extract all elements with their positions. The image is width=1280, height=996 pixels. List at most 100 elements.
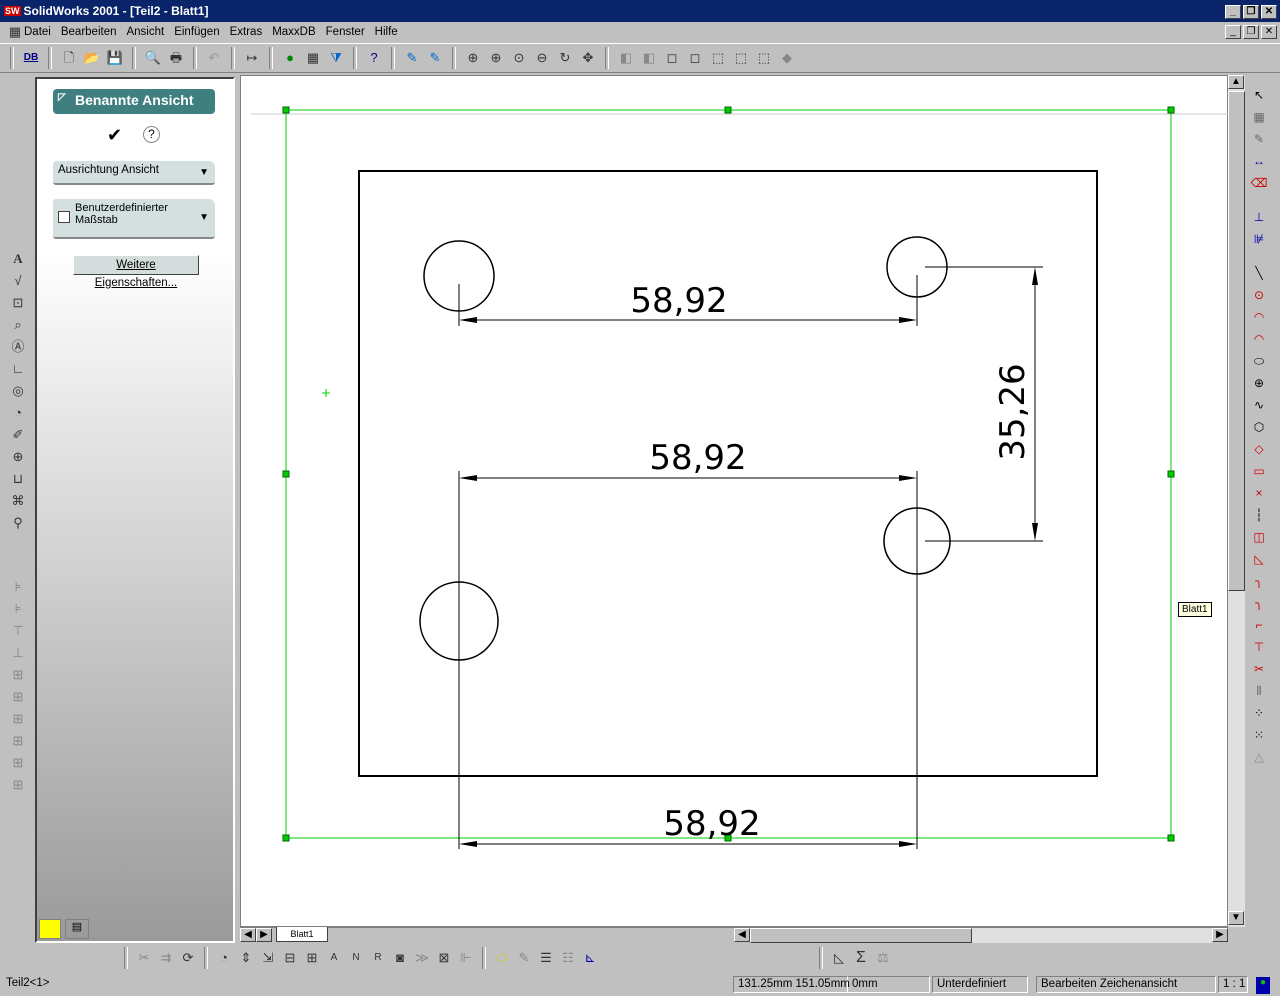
spline-icon[interactable]: ∿ — [1249, 395, 1269, 417]
aligned-section-icon[interactable]: ⊞ — [302, 948, 322, 968]
vertical-scrollbar[interactable]: ▲ ▼ — [1228, 75, 1245, 927]
orientation-dropdown[interactable]: Ausrichtung Ansicht ▼ — [53, 161, 215, 185]
arc-icon[interactable]: ◠ — [1249, 307, 1269, 329]
split-icon[interactable]: ✂ — [1249, 659, 1269, 681]
polygon-icon[interactable]: ⬡ — [1249, 417, 1269, 439]
align-left-icon[interactable]: ⊧ — [8, 577, 28, 597]
menu-maxxdb[interactable]: MaxxDB — [272, 26, 315, 38]
broken-view-icon[interactable]: ≫ — [412, 948, 432, 968]
line-style-icon[interactable]: ☷ — [558, 948, 578, 968]
datum-feature-icon[interactable]: Ⓐ — [8, 337, 28, 357]
align-horizontal-icon[interactable]: ⊞ — [8, 665, 28, 685]
align-vertical-icon[interactable]: ⊞ — [8, 687, 28, 707]
rectangle-icon[interactable]: ▭ — [1249, 461, 1269, 483]
hatch-icon[interactable]: ✐ — [8, 425, 28, 445]
named-view-icon[interactable]: R — [368, 948, 388, 968]
dimension-top[interactable]: 58,92 — [630, 281, 727, 321]
cosmetic-thread-icon[interactable]: ⌘ — [8, 491, 28, 511]
more-properties-button[interactable]: Weitere Eigenschaften... — [73, 255, 199, 289]
document-icon[interactable]: ▦ — [6, 22, 24, 42]
aux-view-icon[interactable]: ⇲ — [258, 948, 278, 968]
convert-icon[interactable]: ╮ — [1249, 593, 1269, 615]
dimension-vertical[interactable]: 35,26 — [993, 363, 1033, 460]
line-thickness-icon[interactable]: ☰ — [536, 948, 556, 968]
parallelogram-icon[interactable]: ◇ — [1249, 439, 1269, 461]
point-circle-icon[interactable]: ⊕ — [1249, 373, 1269, 395]
print-icon[interactable]: 🖶 — [166, 48, 186, 68]
ellipse-icon[interactable]: ⬭ — [1249, 351, 1269, 373]
centerline-icon[interactable]: ┆ — [1249, 505, 1269, 527]
scroll-right-button[interactable]: ▶ — [1212, 928, 1228, 942]
extend-icon[interactable]: ⊤ — [1249, 637, 1269, 659]
circular-pattern-icon[interactable]: ⁘ — [1249, 703, 1269, 725]
menu-hilfe[interactable]: Hilfe — [375, 26, 398, 38]
measure-icon[interactable]: ✎ — [402, 48, 422, 68]
help-icon[interactable]: ? — [364, 48, 384, 68]
drawing-canvas[interactable]: 58,92 58,92 35,26 58,92 — [240, 75, 1229, 927]
model-view-icon[interactable]: ◔ — [214, 948, 234, 968]
custom-scale-group[interactable]: Benutzerdefinierter Maßstab ▼ — [53, 199, 215, 239]
rebuild-status-icon[interactable]: ● — [1256, 977, 1270, 994]
tangent-arc-icon[interactable]: ◠ — [1249, 329, 1269, 351]
close-button[interactable]: ✕ — [1261, 5, 1277, 19]
fillet-icon[interactable]: ◫ — [1249, 527, 1269, 549]
menu-ansicht[interactable]: Ansicht — [126, 26, 164, 38]
open-icon[interactable]: 📂 — [82, 48, 102, 68]
sheet-next-button[interactable]: ▶ — [256, 928, 272, 942]
custom-scale-checkbox[interactable] — [58, 211, 70, 223]
view-shadow-icon[interactable]: ◆ — [777, 48, 797, 68]
detail-view-icon[interactable]: A — [324, 948, 344, 968]
smart-dimension-icon[interactable]: ↔ — [1249, 151, 1269, 173]
zoom-in-icon[interactable]: ⊕ — [486, 48, 506, 68]
print-preview-icon[interactable]: 🔍 — [143, 48, 163, 68]
sheet-prev-button[interactable]: ◀ — [240, 928, 256, 942]
view-section-icon[interactable]: ⬚ — [754, 48, 774, 68]
menu-bearbeiten[interactable]: Bearbeiten — [61, 26, 117, 38]
trim-icon[interactable]: ⌐ — [1249, 615, 1269, 637]
linear-pattern-icon[interactable]: ⁙ — [1249, 725, 1269, 747]
line-icon[interactable]: ╲ — [1249, 263, 1269, 285]
space-horizontal-icon[interactable]: ⊞ — [8, 709, 28, 729]
layer-icon[interactable]: ⬭ — [492, 948, 512, 968]
select-arrow-icon[interactable]: ↖ — [1249, 85, 1269, 107]
point-icon[interactable]: × — [1249, 483, 1269, 505]
zoom-out-icon[interactable]: ⊖ — [532, 48, 552, 68]
align-bottom-icon[interactable]: ⊥ — [8, 643, 28, 663]
dimension-bottom[interactable]: 58,92 — [663, 804, 760, 844]
tolerance-icon[interactable]: ⊡ — [8, 293, 28, 313]
dowel-icon[interactable]: ⊔ — [8, 469, 28, 489]
view-perspective-icon[interactable]: ⬚ — [731, 48, 751, 68]
view-shaded2-icon[interactable]: ◧ — [639, 48, 659, 68]
maxxdb-button[interactable]: DB — [21, 48, 41, 68]
help-button[interactable]: ? — [143, 126, 160, 143]
coordinate-icon[interactable]: ⊾ — [580, 948, 600, 968]
menu-datei[interactable]: Datei — [24, 26, 51, 38]
balloon-icon[interactable]: ◎ — [8, 381, 28, 401]
sketch-icon[interactable]: ✎ — [1249, 129, 1269, 151]
doc-restore-button[interactable]: ❐ — [1243, 25, 1259, 39]
sheet-tab-blatt1[interactable]: Blatt1 — [276, 927, 328, 942]
view-wire-icon[interactable]: ◻ — [685, 48, 705, 68]
new-icon[interactable]: 🗋 — [59, 48, 79, 68]
arrange-icon[interactable]: ⇉ — [156, 948, 176, 968]
circle-icon[interactable]: ⊙ — [1249, 285, 1269, 307]
surface-finish-icon[interactable]: √ — [8, 271, 28, 291]
view-iso-icon[interactable]: ⬚ — [708, 48, 728, 68]
section-view-icon[interactable]: ⊟ — [280, 948, 300, 968]
zoom-fit-icon[interactable]: ⊕ — [463, 48, 483, 68]
mirror-icon[interactable]: ⫴ — [1249, 681, 1269, 703]
select-icon[interactable]: ↦ — [242, 48, 262, 68]
relative-view-icon[interactable]: ◙ — [390, 948, 410, 968]
measure-icon[interactable]: ◺ — [829, 948, 849, 968]
section-properties-icon[interactable]: ⚖ — [873, 948, 893, 968]
space-vertical-icon[interactable]: ⊞ — [8, 731, 28, 751]
pan-icon[interactable]: ✥ — [578, 48, 598, 68]
menu-fenster[interactable]: Fenster — [326, 26, 365, 38]
standard-views-icon[interactable]: N — [346, 948, 366, 968]
feature-tree-tab[interactable] — [39, 919, 61, 939]
rotate-icon[interactable]: ↻ — [555, 48, 575, 68]
datum-icon[interactable]: ⌕ — [8, 315, 28, 335]
menu-einfuegen[interactable]: Einfügen — [174, 26, 219, 38]
crop-view-icon[interactable]: ⊠ — [434, 948, 454, 968]
minimize-button[interactable]: _ — [1225, 5, 1241, 19]
